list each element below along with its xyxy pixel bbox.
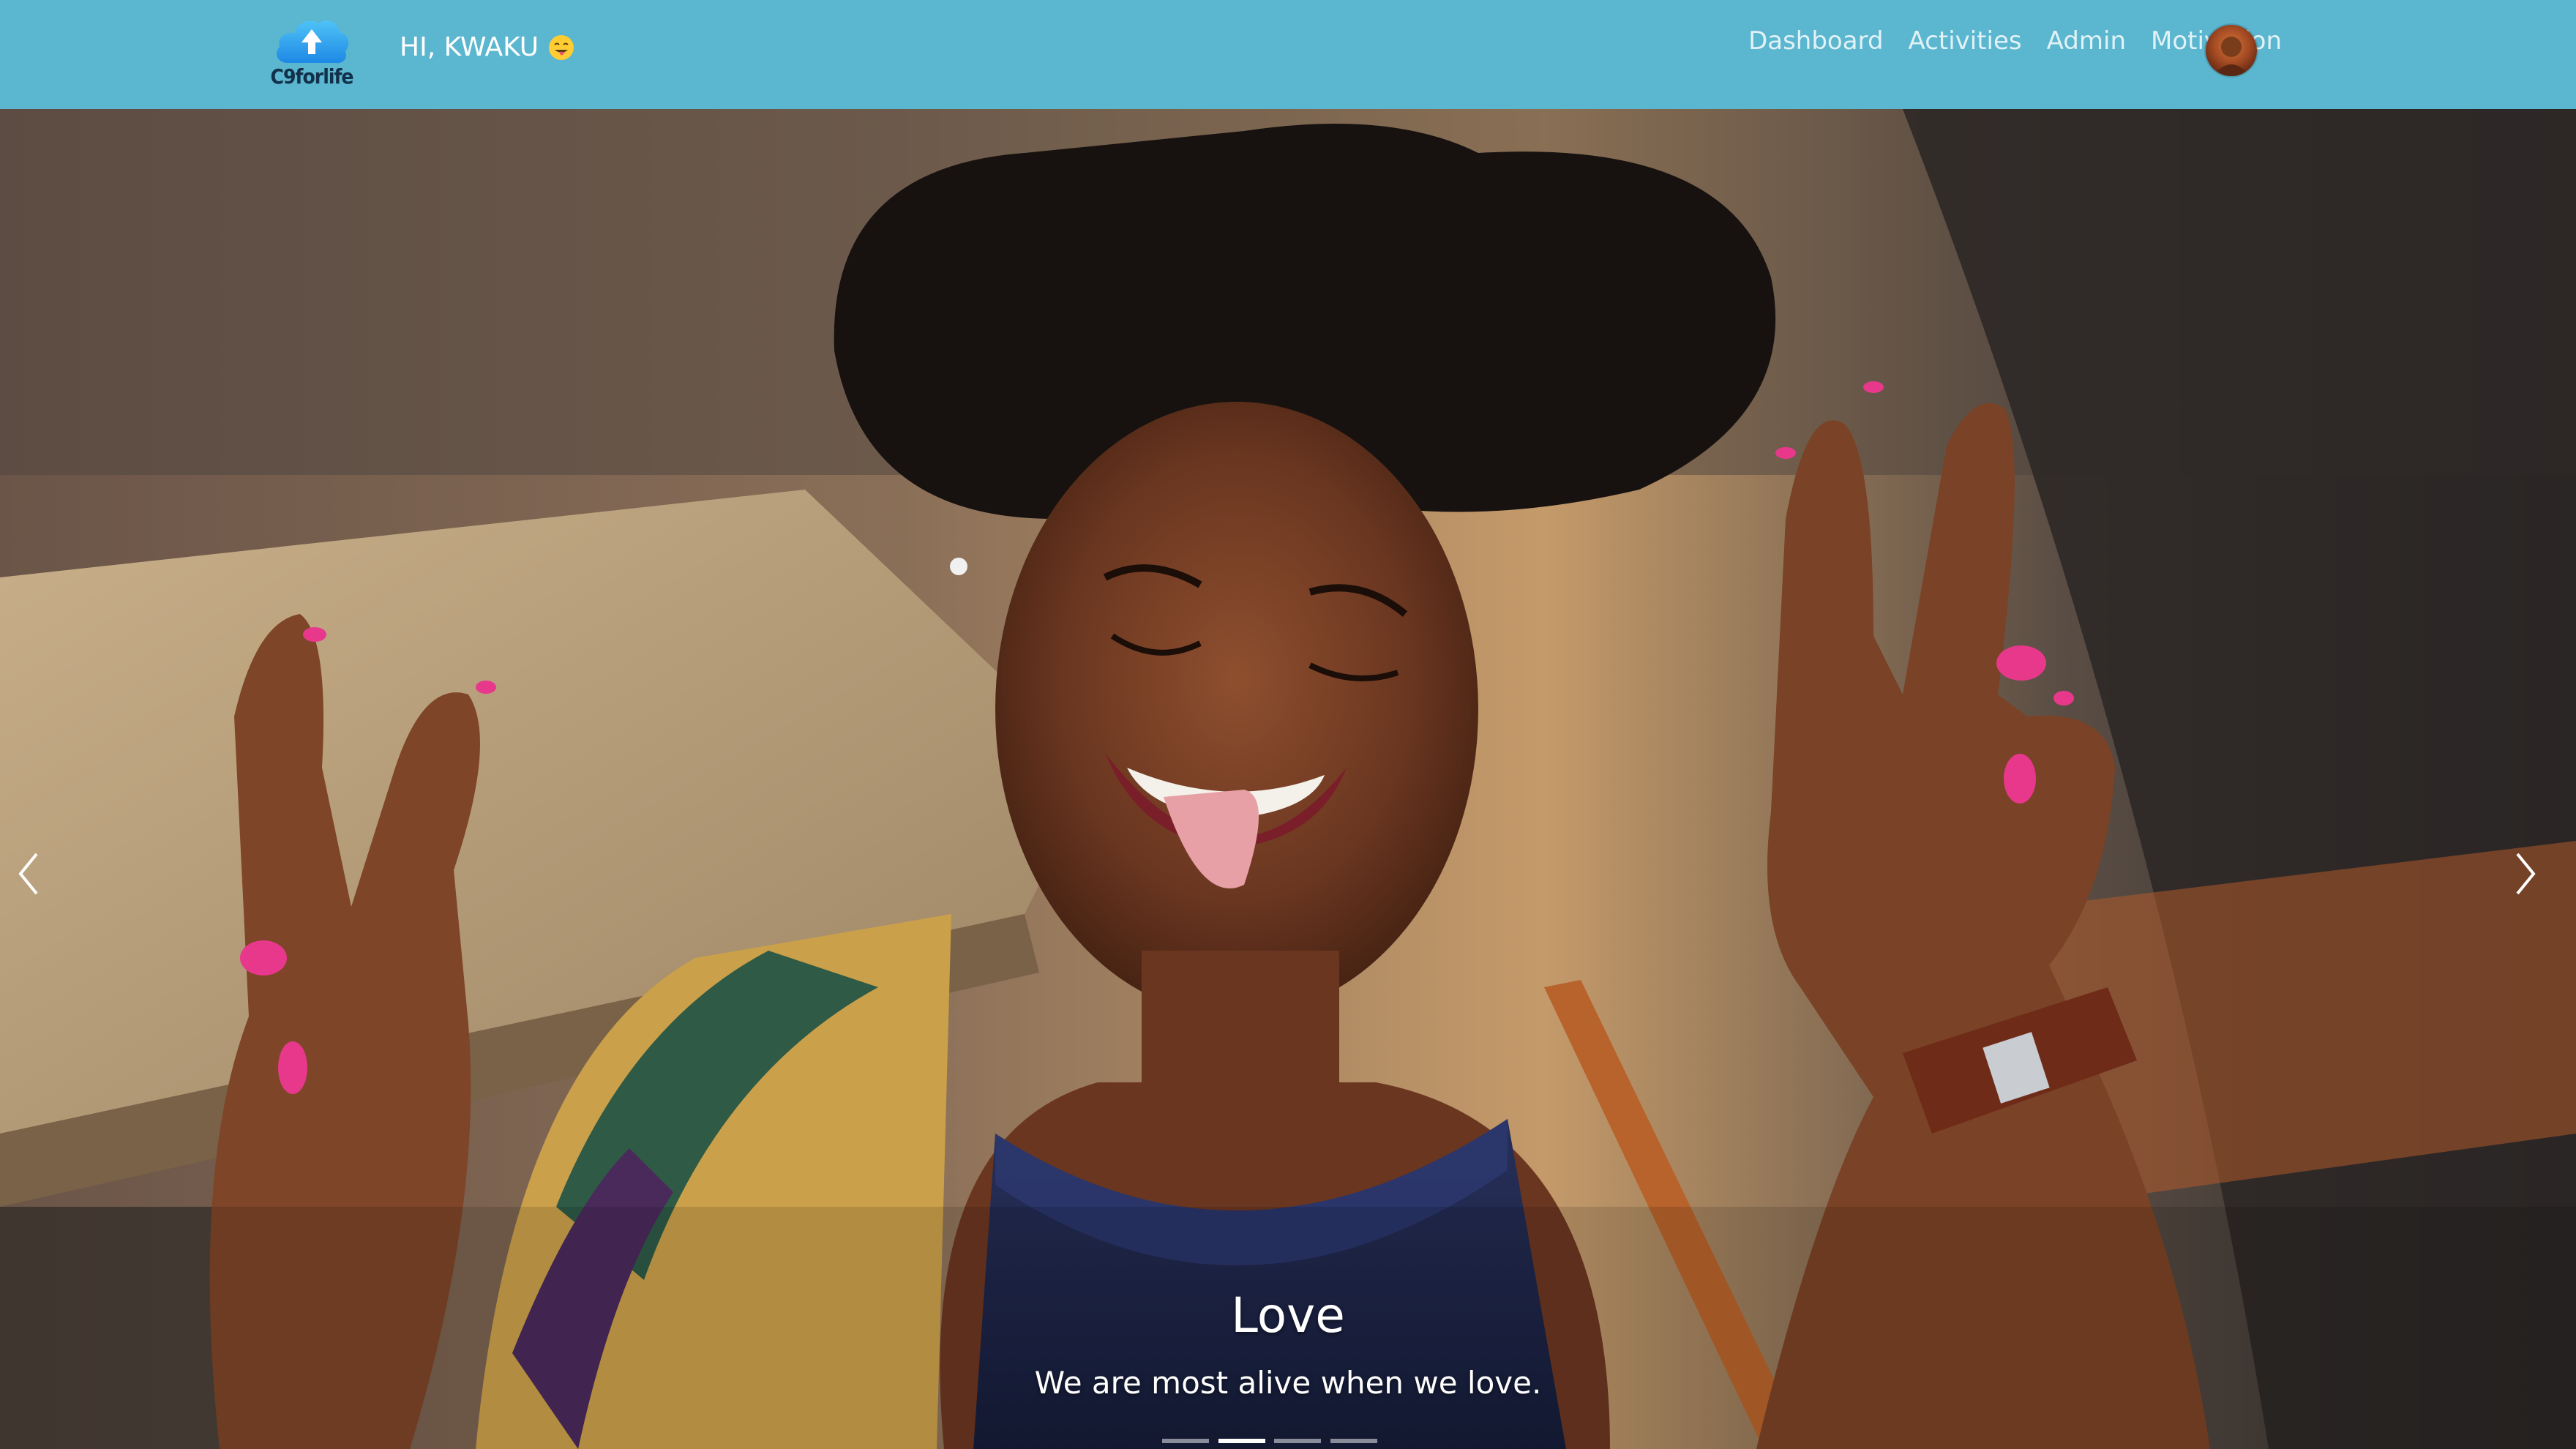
main-nav: Dashboard Activities Admin Motivation (1748, 26, 2282, 56)
face-with-tongue-icon (549, 34, 574, 60)
cloud-upload-icon (277, 20, 349, 64)
carousel-prev-button[interactable] (0, 841, 59, 907)
chevron-left-icon (18, 853, 38, 895)
hero-carousel: Love We are most alive when we love. (0, 109, 2576, 1449)
chevron-right-icon (2516, 853, 2536, 895)
carousel-indicator-3[interactable] (1274, 1439, 1322, 1443)
caption-title: Love (1231, 1287, 1345, 1344)
nav-dashboard[interactable]: Dashboard (1748, 26, 1883, 56)
carousel-indicator-4[interactable] (1330, 1439, 1377, 1443)
nav-admin[interactable]: Admin (2047, 26, 2126, 56)
nav-activities[interactable]: Activities (1909, 26, 2022, 56)
top-navbar: C9forlife HI, KWAKU Dashboard Activities… (0, 0, 2576, 109)
carousel-indicator-2[interactable] (1218, 1439, 1265, 1443)
carousel-indicator-1[interactable] (1162, 1439, 1209, 1443)
brand-wordmark: C9forlife (270, 64, 354, 89)
brand-logo[interactable]: C9forlife (269, 15, 354, 91)
greeting-text: HI, KWAKU (400, 32, 539, 62)
carousel-next-button[interactable] (2496, 841, 2554, 907)
user-avatar[interactable] (2206, 25, 2257, 76)
caption-text: We are most alive when we love. (1034, 1365, 1542, 1401)
carousel-indicators (1162, 1434, 1377, 1448)
avatar-portrait-icon (2213, 37, 2250, 76)
user-greeting: HI, KWAKU (400, 32, 575, 62)
slide-image (0, 109, 2576, 1449)
